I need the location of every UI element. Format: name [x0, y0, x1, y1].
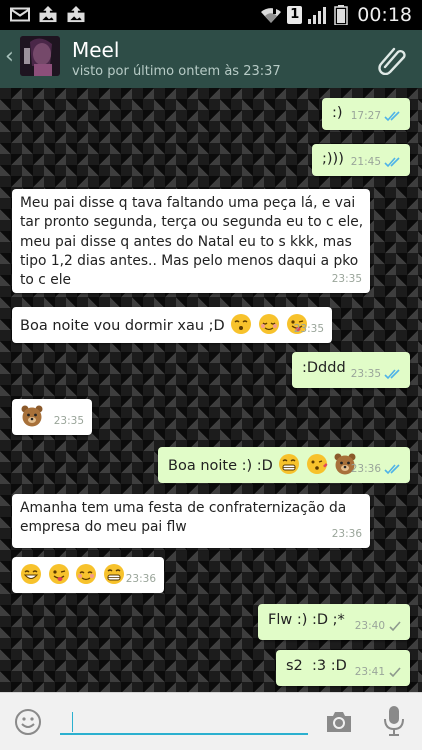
avatar[interactable] [20, 36, 60, 76]
last-seen-status: visto por último ontem às 23:37 [72, 64, 281, 79]
message-text: ;))) [322, 151, 344, 167]
message-text: :Dddd [302, 360, 346, 376]
text-cursor [72, 712, 73, 732]
message-meta: 21:45 [351, 155, 402, 170]
message-input-bar [0, 692, 422, 750]
message-text: Boa noite :) :D [168, 453, 356, 476]
message-text: s2 :3 :D [286, 658, 347, 674]
message-text: :) [332, 105, 343, 121]
kiss-heart-face-emoji [307, 454, 328, 474]
message-bubble-incoming[interactable]: 23:35 [12, 399, 92, 435]
message-time: 23:35 [293, 323, 324, 336]
smiley-icon[interactable] [14, 708, 42, 736]
message-time: 23:40 [354, 620, 385, 633]
battery-icon [334, 5, 348, 25]
smile-face-emoji [21, 564, 41, 584]
mail-icon [10, 7, 30, 22]
message-time: 17:27 [350, 110, 381, 123]
contact-name[interactable]: Meel [72, 38, 119, 62]
winking-tongue-face-emoji [48, 564, 69, 584]
blush-face-emoji [76, 564, 97, 584]
relieved-face-emoji [258, 314, 279, 334]
message-meta: 23:36 [332, 527, 362, 542]
message-time: 21:45 [350, 156, 381, 169]
kissing-closed-eyes-emoji [231, 314, 252, 334]
message-time: 23:36 [125, 573, 156, 586]
read-double-tick-icon [384, 157, 400, 168]
microphone-icon[interactable] [383, 705, 405, 737]
bear-face-emoji [21, 405, 43, 427]
sim-badge: 1 [287, 6, 303, 24]
message-time: 23:36 [350, 463, 381, 476]
message-meta: 23:40 [355, 619, 402, 634]
message-meta: 23:36 [126, 572, 156, 587]
sent-tick-icon [389, 621, 401, 632]
signal-icon [308, 7, 327, 24]
back-chevron-icon[interactable]: ‹ [5, 44, 14, 69]
message-text: Boa noite vou dormir xau ;D [20, 313, 308, 336]
message-meta: 23:35 [54, 414, 84, 429]
message-meta: 23:41 [355, 665, 402, 680]
message-bubble-outgoing[interactable]: :Dddd 23:35 [292, 352, 410, 388]
message-time: 23:36 [331, 528, 362, 541]
status-time: 00:18 [357, 4, 412, 26]
message-bubble-incoming[interactable]: Meu pai disse q tava faltando uma peça l… [12, 189, 370, 293]
sent-tick-icon [389, 667, 401, 678]
message-meta: 17:27 [351, 109, 402, 124]
message-bubble-outgoing[interactable]: Boa noite :) :D 23:36 [158, 447, 410, 483]
message-bubble-incoming[interactable]: Amanha tem uma festa de confraternização… [12, 494, 370, 548]
read-double-tick-icon [384, 369, 400, 380]
message-time: 23:35 [53, 415, 84, 428]
image-upload-icon [67, 6, 85, 23]
grinning-teeth-face-emoji [279, 454, 300, 474]
message-bubble-incoming[interactable]: Boa noite vou dormir xau ;D 23:35 [12, 307, 332, 343]
message-emoji-row [19, 563, 125, 586]
message-text: Amanha tem uma festa de confraternização… [20, 500, 347, 536]
message-text: Meu pai disse q tava faltando uma peça l… [20, 195, 364, 289]
message-meta: 23:36 [351, 462, 402, 477]
message-bubble-outgoing[interactable]: ;))) 21:45 [312, 144, 410, 176]
image-upload-icon [39, 6, 57, 23]
message-time: 23:41 [354, 666, 385, 679]
message-text-content: Boa noite vou dormir xau ;D [20, 318, 225, 334]
camera-icon[interactable] [324, 708, 354, 736]
read-double-tick-icon [384, 464, 400, 475]
status-bar: 1 00:18 [0, 0, 422, 30]
message-input[interactable] [60, 707, 308, 735]
chat-area[interactable]: :) 17:27 ;))) 21:45 Meu pai disse q tava… [0, 88, 422, 692]
message-meta: 23:35 [351, 367, 402, 382]
paperclip-icon[interactable] [376, 43, 408, 75]
message-bubble-outgoing[interactable]: s2 :3 :D 23:41 [276, 650, 410, 686]
message-bubble-outgoing[interactable]: :) 17:27 [322, 98, 410, 130]
message-time: 23:35 [350, 368, 381, 381]
message-bubble-incoming[interactable]: 23:36 [12, 557, 164, 593]
message-time: 23:35 [331, 273, 362, 286]
wifi-icon [261, 7, 282, 23]
grinning-teeth-face-emoji [103, 564, 124, 584]
message-meta: 23:35 [294, 322, 324, 337]
chat-header: ‹ Meel visto por último ontem às 23:37 [0, 30, 422, 88]
read-double-tick-icon [384, 111, 400, 122]
message-meta: 23:35 [332, 272, 362, 287]
message-text-content: Boa noite :) :D [168, 458, 273, 474]
message-text: Flw :) :D ;* [268, 612, 345, 628]
message-bubble-outgoing[interactable]: Flw :) :D ;* 23:40 [258, 604, 410, 640]
